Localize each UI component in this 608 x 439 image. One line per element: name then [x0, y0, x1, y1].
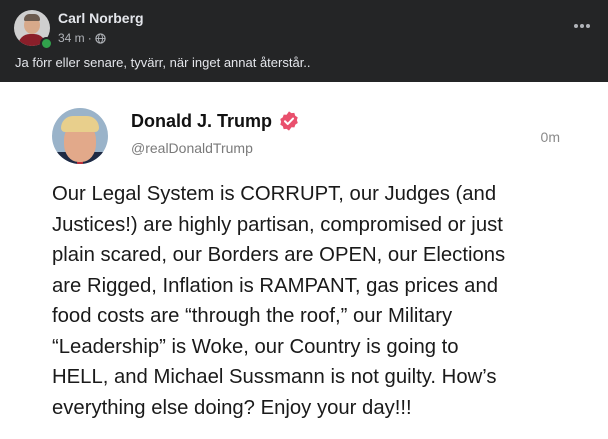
tweet-text: Our Legal System is CORRUPT, our Judges …	[52, 179, 582, 423]
tweet-time: 0m	[540, 129, 560, 145]
facebook-post-header: Carl Norberg 34 m · Ja förr eller senare…	[0, 0, 608, 82]
more-options-button[interactable]	[568, 12, 596, 40]
tweet-line: are Rigged, Inflation is RAMPANT, gas pr…	[52, 274, 499, 297]
tweet-line: plain scared, our Borders are OPEN, our …	[52, 244, 506, 266]
tweet-line: HELL, and Michael Sussmann is not guilty…	[52, 366, 497, 388]
tweet-author: Donald J. Trump	[131, 110, 300, 132]
post-caption: Ja förr eller senare, tyvärr, när inget …	[15, 55, 311, 70]
online-status-icon	[40, 37, 53, 50]
tweet-line: “Leadership” is Woke, our Country is goi…	[52, 335, 459, 358]
tweet-handle: @realDonaldTrump	[131, 140, 253, 156]
post-time[interactable]: 34 m	[58, 31, 85, 45]
author-name[interactable]: Carl Norberg	[58, 10, 144, 26]
more-horizontal-icon	[574, 24, 590, 28]
tweet-line: everything else doing? Enjoy your day!!!	[52, 396, 412, 419]
tweet-author-name: Donald J. Trump	[131, 110, 273, 131]
verified-badge-icon	[280, 111, 298, 131]
globe-icon[interactable]	[95, 32, 106, 44]
meta-separator: ·	[87, 31, 92, 45]
shared-image-tweet[interactable]: Donald J. Trump @realDonaldTrump 0m Our …	[0, 82, 608, 439]
tweet-line: Justices!) are highly partisan, compromi…	[52, 213, 503, 236]
tweet-line: Our Legal System is CORRUPT, our Judges …	[52, 183, 497, 205]
tweet-avatar	[52, 108, 108, 164]
post-meta: 34 m ·	[58, 31, 106, 45]
tweet-line: food costs are “through the roof,” our M…	[52, 305, 453, 327]
